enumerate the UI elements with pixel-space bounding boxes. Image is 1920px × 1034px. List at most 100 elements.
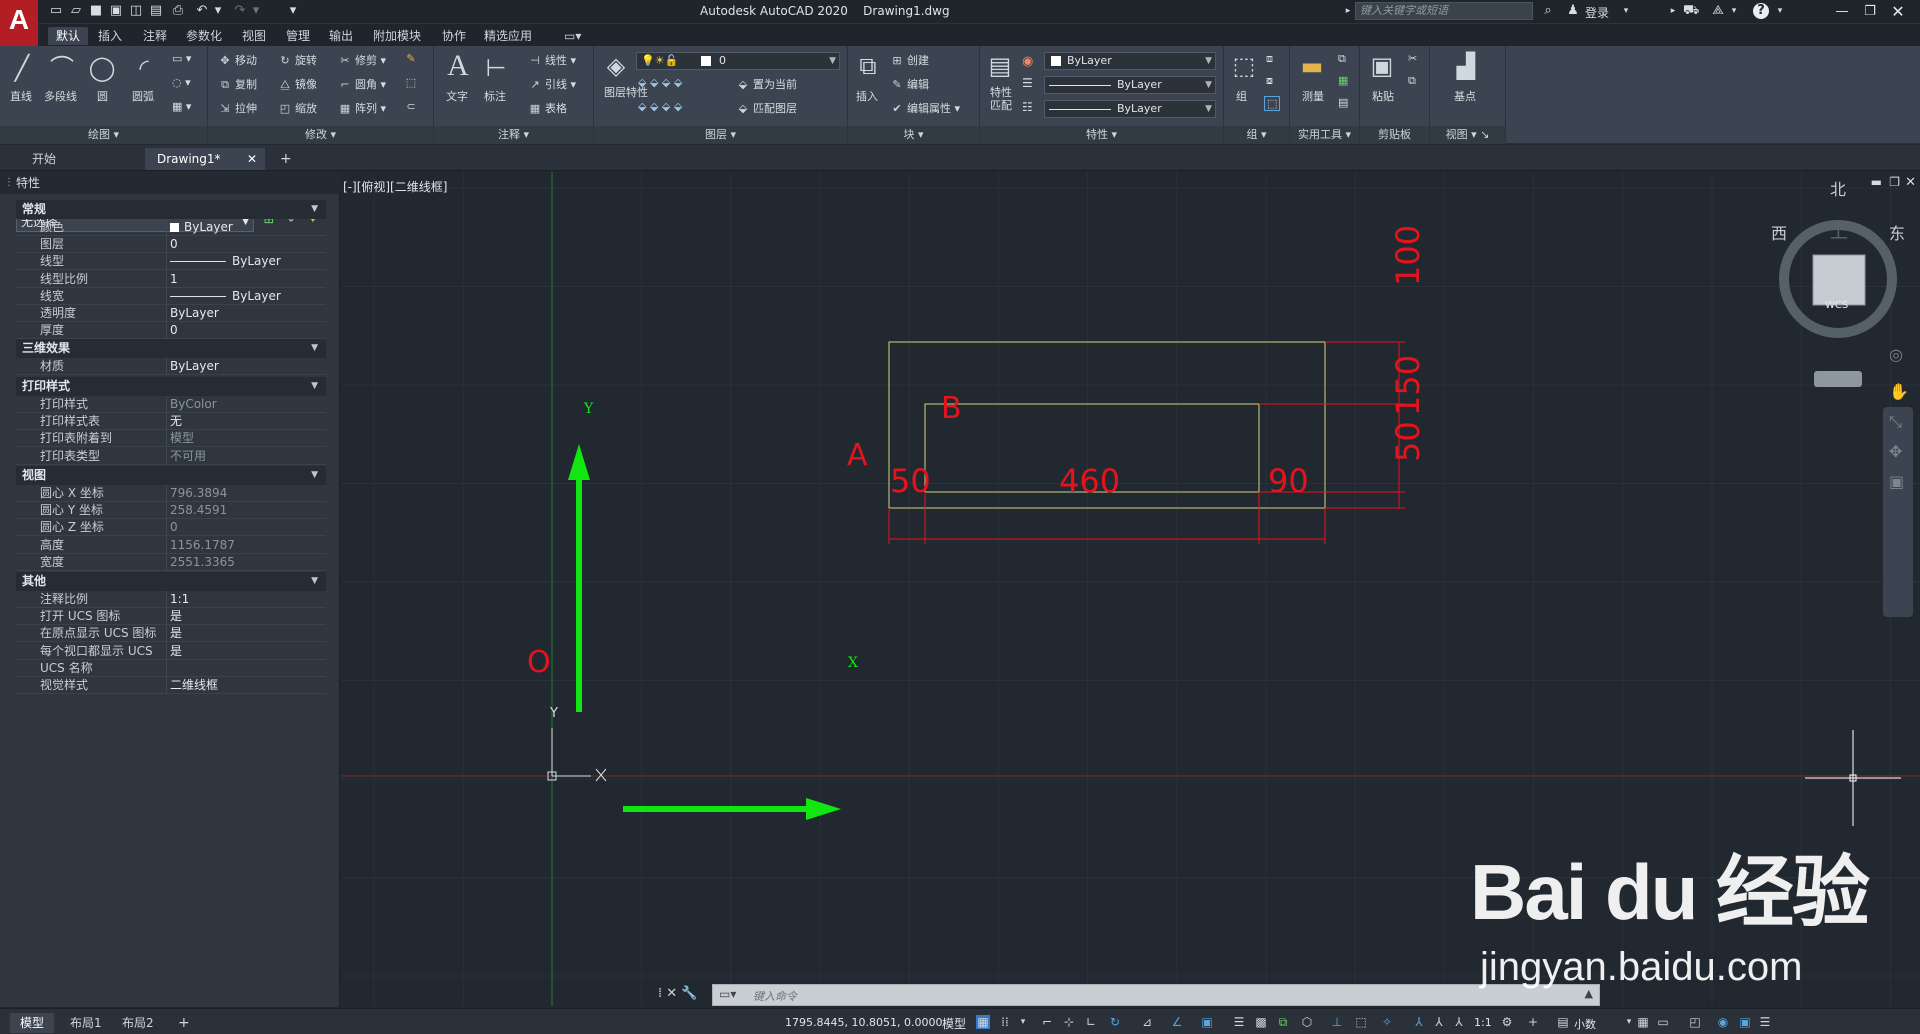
model-space-toggle[interactable]: 模型 xyxy=(942,1015,966,1032)
palette-grip-icon[interactable]: ⋮ xyxy=(4,172,14,194)
viewcube-north[interactable]: 北 xyxy=(1830,176,1846,200)
undo-icon[interactable]: ↶ xyxy=(194,3,210,19)
snap-icon[interactable]: ⁞⁞ xyxy=(998,1015,1012,1029)
collapse-icon[interactable]: ▼ xyxy=(311,200,318,219)
object-snap-tracking-icon[interactable]: ∠ xyxy=(1170,1015,1184,1029)
rotate-button[interactable]: ↻ 旋转 xyxy=(278,52,317,68)
lineweight-dropdown[interactable]: ByLayer ▼ xyxy=(1044,100,1216,118)
selection-cycling-icon[interactable]: ⧉ xyxy=(1276,1015,1290,1029)
tab-annotate[interactable]: 注释 xyxy=(135,27,175,45)
binoculars-icon[interactable]: ⌕ xyxy=(1540,3,1556,19)
scroll-right-icon[interactable]: ▸ xyxy=(1665,3,1681,19)
polyline-icon[interactable]: ⌒ xyxy=(46,52,78,84)
hatch-icon[interactable]: ◌ ▾ xyxy=(172,76,191,89)
groups-panel-title[interactable]: 组 ▾ xyxy=(1224,126,1289,144)
group-select-icon[interactable]: ⬚ xyxy=(1264,96,1281,111)
layers-panel-title[interactable]: 图层 ▾ xyxy=(594,126,847,144)
property-row[interactable]: 透明度 ByLayer xyxy=(16,305,326,322)
edit-block-button[interactable]: ✎ 编辑 xyxy=(890,76,929,92)
save-icon[interactable]: ■ xyxy=(88,3,104,19)
help-dropdown-icon[interactable]: ▾ xyxy=(1772,3,1788,19)
annotation-visibility-icon[interactable]: ⅄ xyxy=(1412,1015,1426,1029)
utilities-panel-title[interactable]: 实用工具 ▾ xyxy=(1290,126,1359,144)
linetype-dropdown[interactable]: ByLayer ▼ xyxy=(1044,76,1216,94)
properties-ribbon-panel-title[interactable]: 特性 ▾ xyxy=(980,126,1223,144)
property-row[interactable]: 打开 UCS 图标 是 xyxy=(16,608,326,626)
layer-tools-row2-icons[interactable]: ⬙ ⬙ ⬙ ⬙ xyxy=(638,100,682,113)
properties-palette-title[interactable]: ⋮ 特性 xyxy=(0,172,340,194)
cart-icon[interactable]: ⛟ xyxy=(1683,3,1699,19)
property-row[interactable]: 圆心 Z 坐标 0 xyxy=(16,519,326,537)
section-header[interactable]: 打印样式 ▼ xyxy=(16,377,326,396)
match-properties-button[interactable]: 特性匹配 xyxy=(990,86,1014,112)
a360-dropdown-icon[interactable]: ▾ xyxy=(1726,3,1742,19)
property-row[interactable]: 打印样式表 无 xyxy=(16,413,326,431)
web-mobile-icon[interactable]: ◫ xyxy=(128,3,144,19)
user-icon[interactable]: ♟ xyxy=(1565,3,1581,19)
collapse-icon[interactable]: ▼ xyxy=(311,572,318,591)
property-row[interactable]: 打印表附着到 模型 xyxy=(16,430,326,448)
lineweight-toggle-icon[interactable]: ☰ xyxy=(1232,1015,1246,1029)
units-dropdown-icon[interactable]: ▾ xyxy=(1622,1015,1636,1029)
layer-dropdown[interactable]: 💡☀🔓 0 ▼ xyxy=(636,52,840,70)
property-row[interactable]: 圆心 Y 坐标 258.4591 xyxy=(16,502,326,520)
scale-button[interactable]: ◰ 缩放 xyxy=(278,100,317,116)
clipboard-panel-title[interactable]: 剪贴板 xyxy=(1360,126,1429,144)
section-header[interactable]: 常规 ▼ xyxy=(16,200,326,219)
arc-icon[interactable]: ◜ xyxy=(128,52,160,84)
offset-button[interactable]: ⊂ xyxy=(404,100,421,114)
insert-block-icon[interactable]: ⧉ xyxy=(852,50,884,82)
property-row[interactable]: 注释比例 1:1 xyxy=(16,591,326,608)
tab-featured-apps[interactable]: 精选应用 xyxy=(476,27,540,45)
tab-start[interactable]: 开始 xyxy=(20,148,145,170)
draw-panel-title[interactable]: 绘图 ▾ xyxy=(0,126,207,144)
dimension-icon[interactable]: ⊢ xyxy=(480,52,512,84)
section-header[interactable]: 视图 ▼ xyxy=(16,466,326,485)
steering-wheel-icon[interactable]: ◎ xyxy=(1889,345,1903,364)
circle-button[interactable]: 圆 xyxy=(97,88,108,104)
showmotion-icon[interactable]: ▣ xyxy=(1889,472,1904,491)
property-row[interactable]: 打印样式 ByColor xyxy=(16,396,326,413)
minimize-window-button[interactable]: — xyxy=(1830,2,1854,22)
wcs-label[interactable]: WCS xyxy=(1825,300,1848,311)
property-row[interactable]: 颜色 ByLayer xyxy=(16,219,326,236)
tab-insert[interactable]: 插入 xyxy=(90,27,130,45)
collapse-icon[interactable]: ▼ xyxy=(311,466,318,485)
erase-button[interactable]: ✎ xyxy=(404,52,421,66)
paste-icon[interactable]: ▣ xyxy=(1366,50,1398,82)
annotation-scale-icon[interactable]: ⅄ xyxy=(1452,1015,1466,1029)
wcs-menu-button[interactable] xyxy=(1814,371,1862,387)
tab-layout2[interactable]: 布局2 xyxy=(112,1013,164,1033)
viewcube-east[interactable]: 东 xyxy=(1889,220,1905,244)
section-header[interactable]: 其他 ▼ xyxy=(16,572,326,591)
selection-filter-icon[interactable]: ⬚ xyxy=(1354,1015,1368,1029)
modify-panel-title[interactable]: 修改 ▾ xyxy=(208,126,433,144)
restore-window-button[interactable]: ❐ xyxy=(1858,2,1882,22)
snap-dropdown-icon[interactable]: ▾ xyxy=(1016,1015,1030,1029)
tab-default[interactable]: 默认 xyxy=(48,27,89,45)
explode-button[interactable]: ⬚ xyxy=(404,76,421,90)
set-current-button[interactable]: ⬙ 置为当前 xyxy=(736,76,797,92)
save-to-web-icon[interactable]: ▤ xyxy=(148,3,164,19)
trim-button[interactable]: ✂ 修剪 ▾ xyxy=(338,52,386,68)
help-search-input[interactable]: 键入关键字或短语 xyxy=(1355,2,1533,20)
text-icon[interactable]: A xyxy=(442,50,474,82)
base-view-button[interactable]: 基点 xyxy=(1454,88,1476,104)
measure-button[interactable]: 测量 xyxy=(1302,88,1324,104)
tab-layout1[interactable]: 布局1 xyxy=(60,1013,112,1033)
isodraft-icon[interactable]: ⊿ xyxy=(1140,1015,1154,1029)
polyline-button[interactable]: 多段线 xyxy=(44,88,77,104)
tab-collaborate[interactable]: 协作 xyxy=(434,27,474,45)
plot-icon[interactable]: ⎙ xyxy=(170,3,186,19)
new-tab-button[interactable]: + xyxy=(272,148,300,170)
tab-parametric[interactable]: 参数化 xyxy=(178,27,230,45)
property-row[interactable]: 宽度 2551.3365 xyxy=(16,553,326,571)
help-icon[interactable]: ? xyxy=(1753,3,1769,19)
object-snap-icon[interactable]: ▣ xyxy=(1200,1015,1214,1029)
collapse-icon[interactable]: ▼ xyxy=(311,377,318,396)
auto-scale-icon[interactable]: ⅄ xyxy=(1432,1015,1446,1029)
ellipse-icon[interactable]: ▦ ▾ xyxy=(172,100,191,113)
viewcube-west[interactable]: 西 xyxy=(1771,220,1787,244)
grid-icon[interactable]: ▦ xyxy=(976,1015,990,1029)
measure-icon[interactable]: ▬ xyxy=(1296,50,1328,82)
